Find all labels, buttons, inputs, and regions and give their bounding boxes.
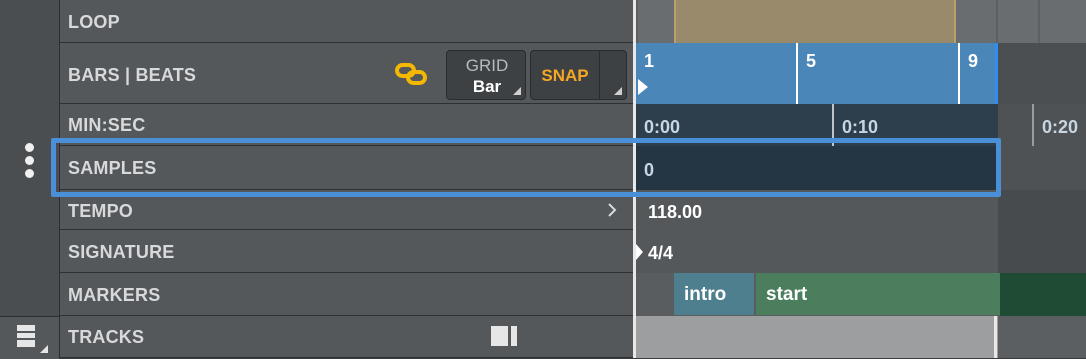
split-view-icon[interactable] [490, 324, 520, 348]
row-label-tempo: TEMPO [68, 201, 134, 221]
tracks-icon-cell [0, 316, 59, 359]
row-label-markers: MARKERS [68, 285, 161, 305]
time-label-20: 0:20 [1042, 117, 1079, 137]
timeline-signature[interactable]: 4/4 [636, 230, 1086, 273]
chevron-right-icon[interactable] [606, 202, 618, 218]
row-label-bars-beats: BARS | BEATS [68, 65, 197, 85]
row-tracks: TRACKS [60, 316, 634, 358]
chevron-down-icon [513, 87, 521, 95]
row-label-tracks: TRACKS [68, 327, 145, 347]
grid-button[interactable]: GRID Bar [446, 50, 526, 100]
grid-label: GRID [465, 56, 509, 75]
timeline-tracks[interactable] [636, 316, 1086, 358]
timeline-bars[interactable]: 1 5 9 [636, 43, 1086, 104]
vertical-dots-icon[interactable] [25, 143, 34, 182]
bar-label-5: 5 [806, 51, 817, 71]
row-label-signature: SIGNATURE [68, 242, 175, 262]
chain-link-icon[interactable] [394, 60, 430, 88]
snap-options-icon[interactable] [614, 87, 622, 95]
snap-button[interactable]: SNAP [530, 50, 627, 100]
playhead-icon[interactable] [638, 79, 650, 95]
bars-range [636, 43, 998, 104]
row-markers: MARKERS [60, 273, 634, 316]
end-marker[interactable] [995, 43, 998, 104]
snap-label: SNAP [541, 66, 589, 85]
time-label-10: 0:10 [842, 117, 879, 137]
row-label-loop: LOOP [68, 12, 120, 32]
loop-region[interactable] [674, 0, 954, 43]
timeline-loop[interactable] [636, 0, 1086, 43]
row-label-min-sec: MIN:SEC [68, 115, 146, 135]
track-list-icon[interactable] [16, 324, 50, 354]
snap-divider [599, 51, 600, 99]
bar-label-9: 9 [968, 51, 979, 71]
marker-intro[interactable]: intro [674, 273, 754, 315]
signature-value: 4/4 [648, 243, 674, 263]
bar-label-1: 1 [644, 51, 655, 71]
samples-row-highlight [51, 138, 1001, 197]
time-label-0: 0:00 [644, 117, 681, 137]
row-signature: SIGNATURE [60, 230, 634, 273]
row-loop: LOOP [60, 0, 634, 43]
row-bars-beats: BARS | BEATS GRID Bar SNAP [60, 43, 634, 104]
marker-start[interactable]: start [756, 273, 1000, 315]
tempo-value: 118.00 [648, 202, 703, 222]
signature-marker-icon [636, 244, 643, 260]
